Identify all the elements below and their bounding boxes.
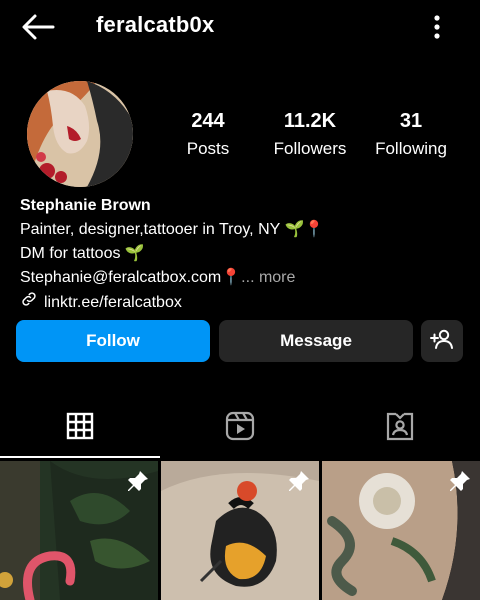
tab-tagged[interactable]: [320, 398, 480, 458]
post-thumbnail[interactable]: [322, 461, 480, 600]
tab-posts[interactable]: [0, 398, 160, 458]
external-link[interactable]: linktr.ee/feralcatbox: [20, 290, 460, 316]
reels-icon: [225, 411, 255, 446]
back-arrow-icon[interactable]: [20, 12, 56, 42]
bio-email: Stephanie@feralcatbox.com📍: [20, 269, 242, 286]
tagged-icon: [385, 411, 415, 446]
suggested-accounts-button[interactable]: [421, 320, 463, 362]
display-name: Stephanie Brown: [20, 197, 151, 214]
link-icon: [20, 290, 38, 316]
active-tab-indicator: [0, 456, 160, 458]
followers-count: 11.2K: [283, 110, 337, 132]
posts-label: Posts: [186, 139, 230, 158]
more-link[interactable]: ... more: [241, 269, 295, 286]
pin-icon: [126, 469, 150, 498]
following-stat[interactable]: 31 Following: [370, 110, 452, 159]
profile-username: feralcatb0x: [96, 12, 215, 37]
following-count: 31: [399, 110, 423, 132]
profile-bio: Stephanie Brown Painter, designer,tattoo…: [20, 194, 460, 316]
pin-icon: [287, 469, 311, 498]
following-label: Following: [375, 139, 447, 158]
bio-line-1: Painter, designer,tattooer in Troy, NY 🌱…: [20, 221, 325, 238]
message-button[interactable]: Message: [219, 320, 413, 362]
pin-icon: [448, 469, 472, 498]
bio-line-3: Stephanie@feralcatbox.com📍... more: [20, 266, 460, 290]
posts-count: 244: [191, 110, 225, 132]
avatar[interactable]: [27, 81, 133, 187]
post-thumbnail[interactable]: [0, 461, 158, 600]
grid-icon: [66, 412, 94, 445]
tab-reels[interactable]: [160, 398, 320, 458]
followers-stat[interactable]: 11.2K Followers: [266, 110, 354, 159]
follow-button[interactable]: Follow: [16, 320, 210, 362]
top-bar: feralcatb0x: [0, 0, 480, 54]
posts-stat[interactable]: 244 Posts: [168, 110, 248, 159]
add-user-icon: [430, 328, 454, 355]
more-options-icon[interactable]: [428, 14, 446, 40]
followers-label: Followers: [273, 139, 347, 158]
link-text: linktr.ee/feralcatbox: [44, 294, 182, 311]
post-thumbnail[interactable]: [161, 461, 319, 600]
post-grid: [0, 461, 480, 600]
bio-line-2: DM for tattoos 🌱: [20, 245, 145, 262]
profile-tabs: [0, 398, 480, 458]
